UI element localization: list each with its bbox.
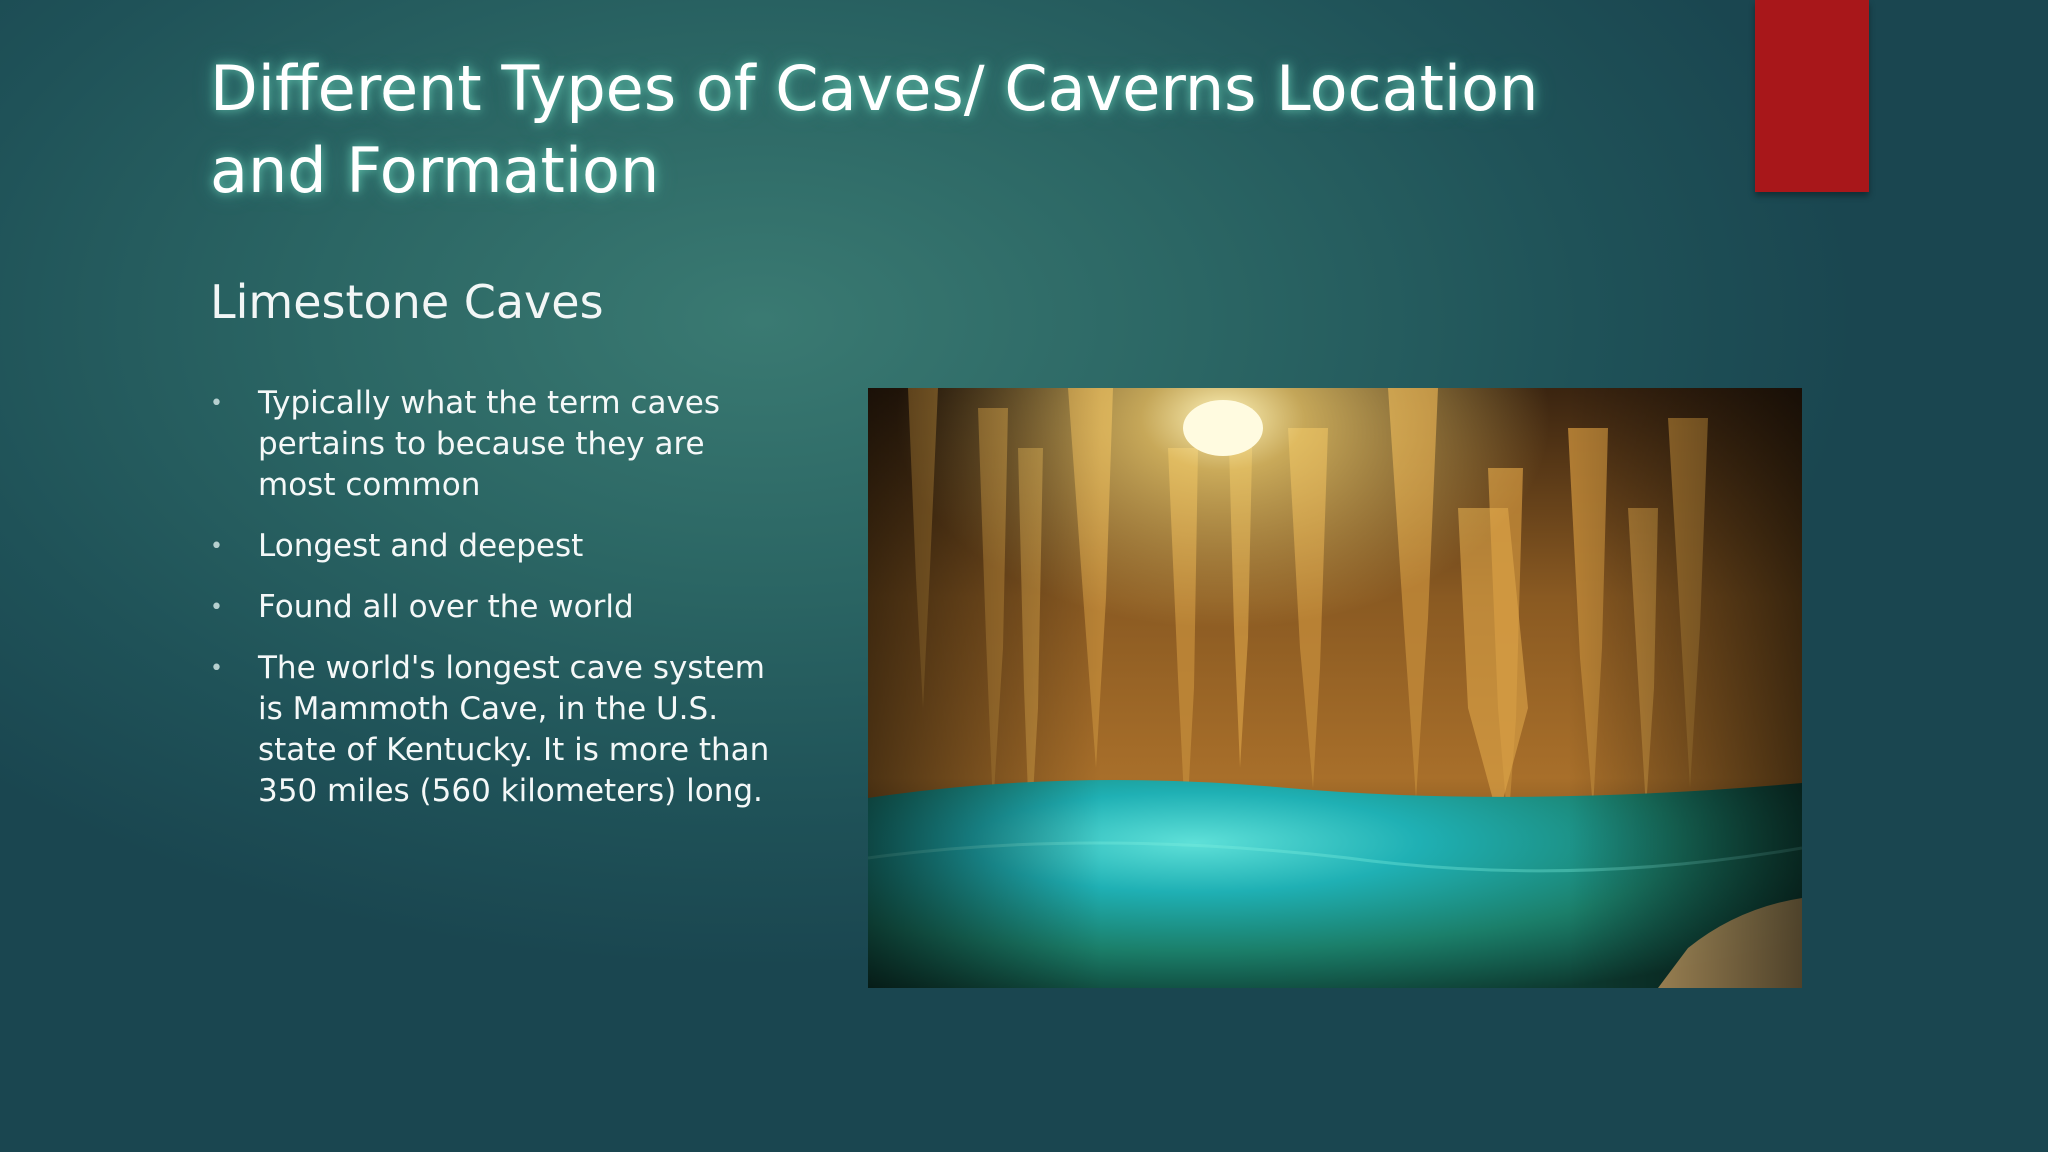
bullet-text: Longest and deepest — [258, 528, 584, 564]
accent-bar — [1755, 0, 1869, 192]
bullet-marker: • — [210, 656, 223, 681]
bullet-marker: • — [210, 534, 223, 559]
bullet-item: • Longest and deepest — [210, 526, 770, 567]
slide-subtitle: Limestone Caves — [210, 275, 604, 329]
bullet-text: Found all over the world — [258, 589, 634, 625]
slide: Different Types of Caves/ Caverns Locati… — [0, 0, 2048, 1152]
bullet-text: Typically what the term caves pertains t… — [258, 385, 721, 503]
bullet-item: • Typically what the term caves pertains… — [210, 383, 770, 506]
bullet-marker: • — [210, 595, 223, 620]
cave-photo — [868, 388, 1802, 988]
bullet-marker: • — [210, 391, 223, 416]
bullet-list: • Typically what the term caves pertains… — [210, 383, 770, 832]
slide-title: Different Types of Caves/ Caverns Locati… — [210, 52, 1539, 207]
bullet-item: • Found all over the world — [210, 587, 770, 628]
bullet-item: • The world's longest cave system is Mam… — [210, 648, 770, 812]
bullet-text: The world's longest cave system is Mammo… — [258, 650, 770, 809]
